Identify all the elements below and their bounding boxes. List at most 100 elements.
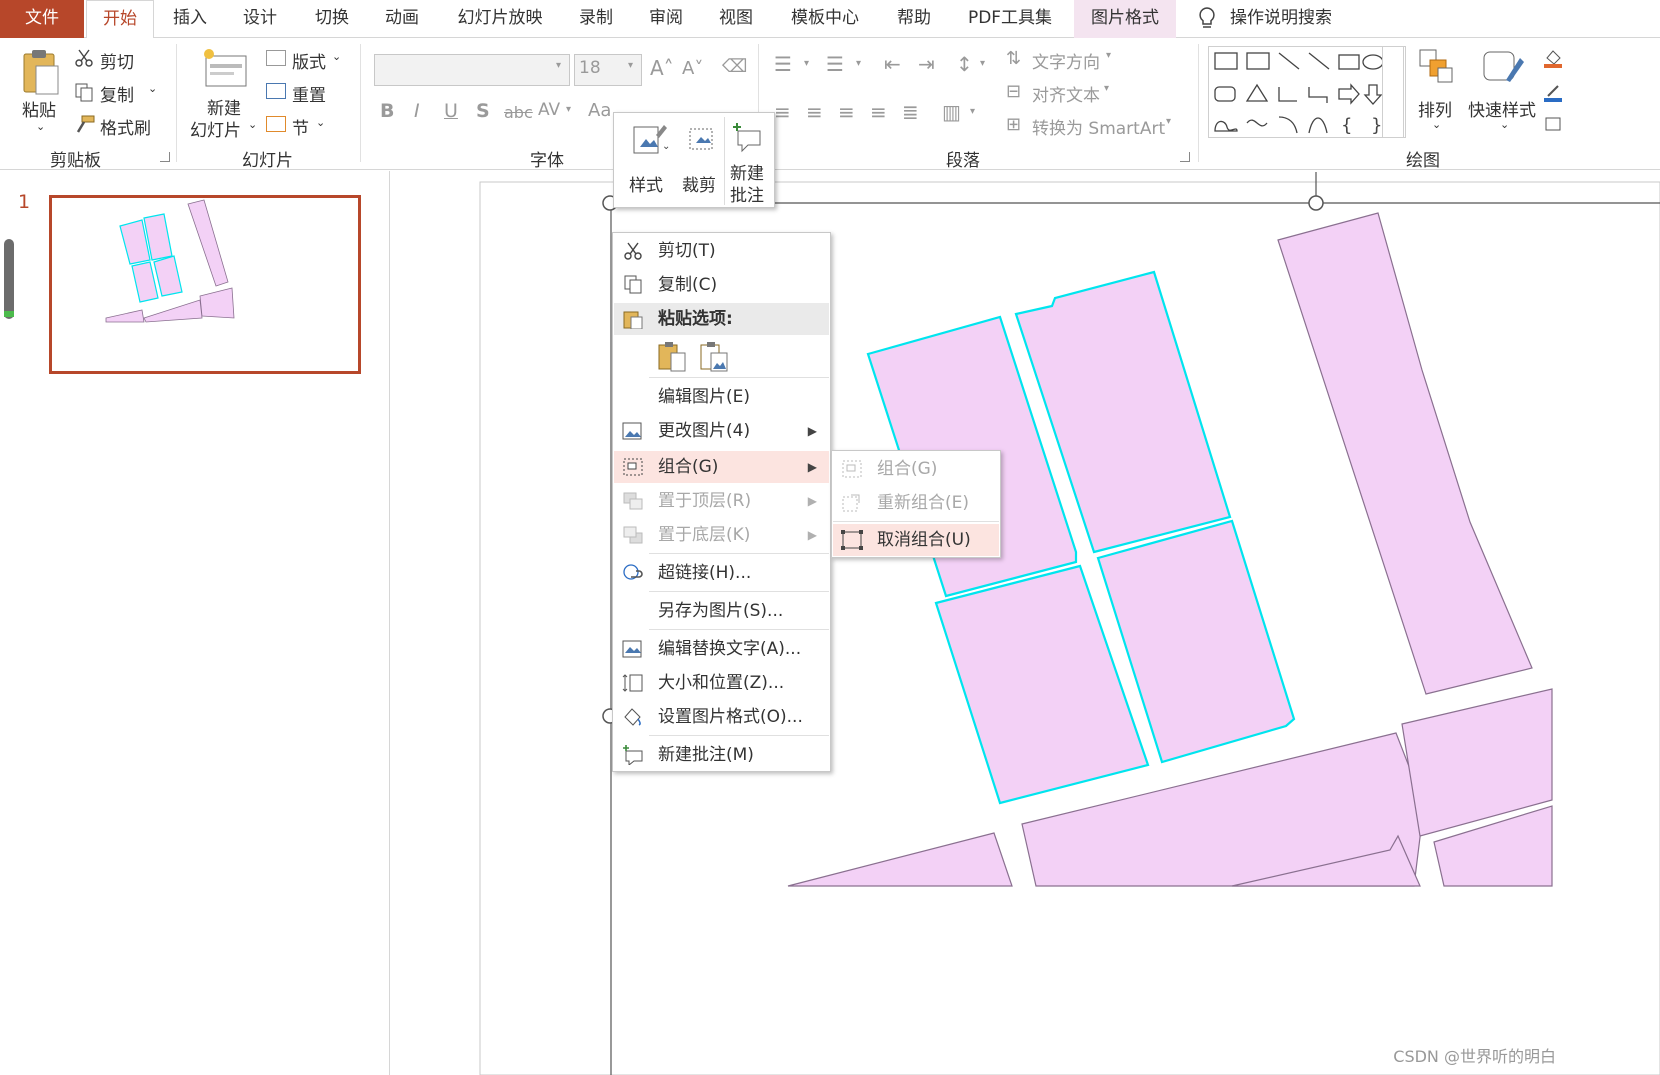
change-case-button[interactable]: Aa <box>588 100 611 121</box>
bullets-icon[interactable]: ☰ <box>774 52 792 76</box>
tab-insert[interactable]: 插入 <box>160 0 220 38</box>
menu-item-size-position[interactable]: 大小和位置(Z)... <box>614 667 829 699</box>
new-slide-icon[interactable] <box>200 46 250 92</box>
menu-item-change-picture[interactable]: 更改图片(4) ▶ <box>614 415 829 447</box>
tab-design[interactable]: 设计 <box>230 0 290 38</box>
submenu-item-regroup[interactable]: 重新组合(E) <box>833 487 999 519</box>
bold-button[interactable]: B <box>380 100 394 122</box>
tab-pdf-tools[interactable]: PDF工具集 <box>958 0 1062 38</box>
new-comment-label-2[interactable]: 批注 <box>730 181 764 206</box>
shape-effects-icon[interactable] <box>1544 114 1562 132</box>
shape-fill-icon[interactable] <box>1544 48 1562 68</box>
menu-item-cut[interactable]: 剪切(T) <box>614 235 829 267</box>
clear-format-icon[interactable]: ⌫ <box>722 56 747 77</box>
align-text-button[interactable]: 对齐文本 <box>1032 81 1100 106</box>
font-name-select[interactable] <box>374 54 570 86</box>
increase-indent-icon[interactable]: ⇥ <box>918 52 935 76</box>
chevron-down-icon[interactable]: ▾ <box>556 60 561 71</box>
tab-file[interactable]: 文件 <box>0 0 84 38</box>
menu-item-edit-picture[interactable]: 编辑图片(E) <box>614 381 829 413</box>
convert-smartart-button[interactable]: 转换为 SmartArt <box>1032 114 1165 139</box>
paste-as-picture-icon[interactable] <box>699 341 729 373</box>
tab-transitions[interactable]: 切换 <box>302 0 362 38</box>
paste-keep-format-icon[interactable] <box>657 341 687 373</box>
tell-me-search[interactable]: 操作说明搜索 <box>1230 0 1346 38</box>
italic-button[interactable]: I <box>414 100 420 122</box>
submenu-item-ungroup[interactable]: 取消组合(U) <box>833 524 999 556</box>
grow-font-icon[interactable]: A˄ <box>650 56 674 80</box>
chevron-down-icon[interactable]: ▾ <box>628 60 633 71</box>
tab-record[interactable]: 录制 <box>566 0 626 38</box>
paste-button[interactable]: 粘贴 <box>22 96 56 121</box>
tab-view[interactable]: 视图 <box>706 0 766 38</box>
style-icon[interactable]: ⌄ <box>632 123 670 159</box>
crop-button[interactable]: 裁剪 <box>682 171 716 196</box>
line-spacing-icon[interactable]: ↕ <box>956 52 973 76</box>
menu-item-hyperlink[interactable]: 超链接(H)... <box>614 557 829 589</box>
chevron-down-icon[interactable]: ⌄ <box>36 120 45 133</box>
chevron-down-icon[interactable]: ▾ <box>980 58 985 69</box>
menu-item-copy[interactable]: 复制(C) <box>614 269 829 301</box>
tab-picture-format[interactable]: 图片格式 <box>1074 0 1176 38</box>
chevron-down-icon[interactable]: ▾ <box>970 106 975 117</box>
menu-item-send-to-back[interactable]: 置于底层(K) ▶ <box>614 519 829 551</box>
shapes-gallery[interactable]: {} <box>1208 46 1406 138</box>
chevron-down-icon[interactable]: ⌄ <box>316 116 325 129</box>
columns-icon[interactable]: ▥ <box>942 100 961 124</box>
numbering-icon[interactable]: ☰ <box>826 52 844 76</box>
menu-item-format-picture[interactable]: 设置图片格式(O)... <box>614 701 829 733</box>
menu-item-bring-to-front[interactable]: 置于顶层(R) ▶ <box>614 485 829 517</box>
pane-scrollbar[interactable] <box>4 239 14 319</box>
chevron-down-icon[interactable]: ⌄ <box>248 118 257 131</box>
paste-icon[interactable] <box>18 46 62 96</box>
copy-button[interactable]: 复制 <box>100 81 134 106</box>
reset-button[interactable]: 重置 <box>292 81 326 106</box>
new-slide-label-2[interactable]: 幻灯片 <box>190 116 241 141</box>
align-right-icon[interactable]: ≡ <box>838 100 855 124</box>
tab-animations[interactable]: 动画 <box>372 0 432 38</box>
menu-item-new-comment[interactable]: 新建批注(M) <box>614 739 829 771</box>
decrease-indent-icon[interactable]: ⇤ <box>884 52 901 76</box>
tab-template-center[interactable]: 模板中心 <box>782 0 868 38</box>
strike-button[interactable]: abc <box>504 103 533 122</box>
underline-button[interactable]: U <box>444 100 458 122</box>
text-direction-button[interactable]: 文字方向 <box>1032 48 1100 73</box>
dialog-launcher-icon[interactable] <box>160 152 170 162</box>
chevron-down-icon[interactable]: ▾ <box>804 58 809 69</box>
menu-item-save-as-picture[interactable]: 另存为图片(S)... <box>614 595 829 627</box>
menu-item-edit-alt-text[interactable]: 编辑替换文字(A)... <box>614 633 829 665</box>
tab-home[interactable]: 开始 <box>86 0 154 39</box>
chevron-down-icon[interactable]: ▾ <box>1106 50 1111 61</box>
chevron-down-icon[interactable]: ▾ <box>856 58 861 69</box>
chevron-down-icon[interactable]: ⌄ <box>148 82 157 95</box>
distribute-icon[interactable]: ≣ <box>902 100 919 124</box>
chevron-down-icon[interactable]: ▾ <box>1166 116 1171 127</box>
cut-button[interactable]: 剪切 <box>100 48 134 73</box>
gallery-scroll[interactable] <box>1382 46 1404 138</box>
layout-button[interactable]: 版式 <box>292 48 326 73</box>
align-center-icon[interactable]: ≡ <box>806 100 823 124</box>
style-button[interactable]: 样式 <box>629 171 663 196</box>
chevron-down-icon[interactable]: ⌄ <box>1500 118 1509 131</box>
char-spacing-button[interactable]: AV <box>538 100 560 120</box>
shadow-button[interactable]: S <box>476 100 490 122</box>
dialog-launcher-icon[interactable] <box>1180 152 1190 162</box>
shape-outline-icon[interactable] <box>1544 82 1562 102</box>
chevron-down-icon[interactable]: ⌄ <box>332 50 341 63</box>
justify-icon[interactable]: ≡ <box>870 100 887 124</box>
crop-icon[interactable] <box>686 123 718 157</box>
chevron-down-icon[interactable]: ▾ <box>566 104 571 115</box>
slide-thumbnail-1[interactable] <box>49 195 361 374</box>
align-left-icon[interactable]: ≡ <box>774 100 791 124</box>
tab-review[interactable]: 审阅 <box>636 0 696 38</box>
shrink-font-icon[interactable]: A˅ <box>682 58 703 79</box>
chevron-down-icon[interactable]: ⌄ <box>1432 118 1441 131</box>
section-button[interactable]: 节 <box>292 114 309 139</box>
tab-help[interactable]: 帮助 <box>884 0 944 38</box>
format-painter-button[interactable]: 格式刷 <box>100 114 151 139</box>
menu-item-group[interactable]: 组合(G) ▶ <box>614 451 829 483</box>
tab-slideshow[interactable]: 幻灯片放映 <box>448 0 552 38</box>
chevron-down-icon[interactable]: ▾ <box>1104 83 1109 94</box>
submenu-item-group[interactable]: 组合(G) <box>833 453 999 485</box>
new-comment-icon[interactable] <box>732 121 766 155</box>
